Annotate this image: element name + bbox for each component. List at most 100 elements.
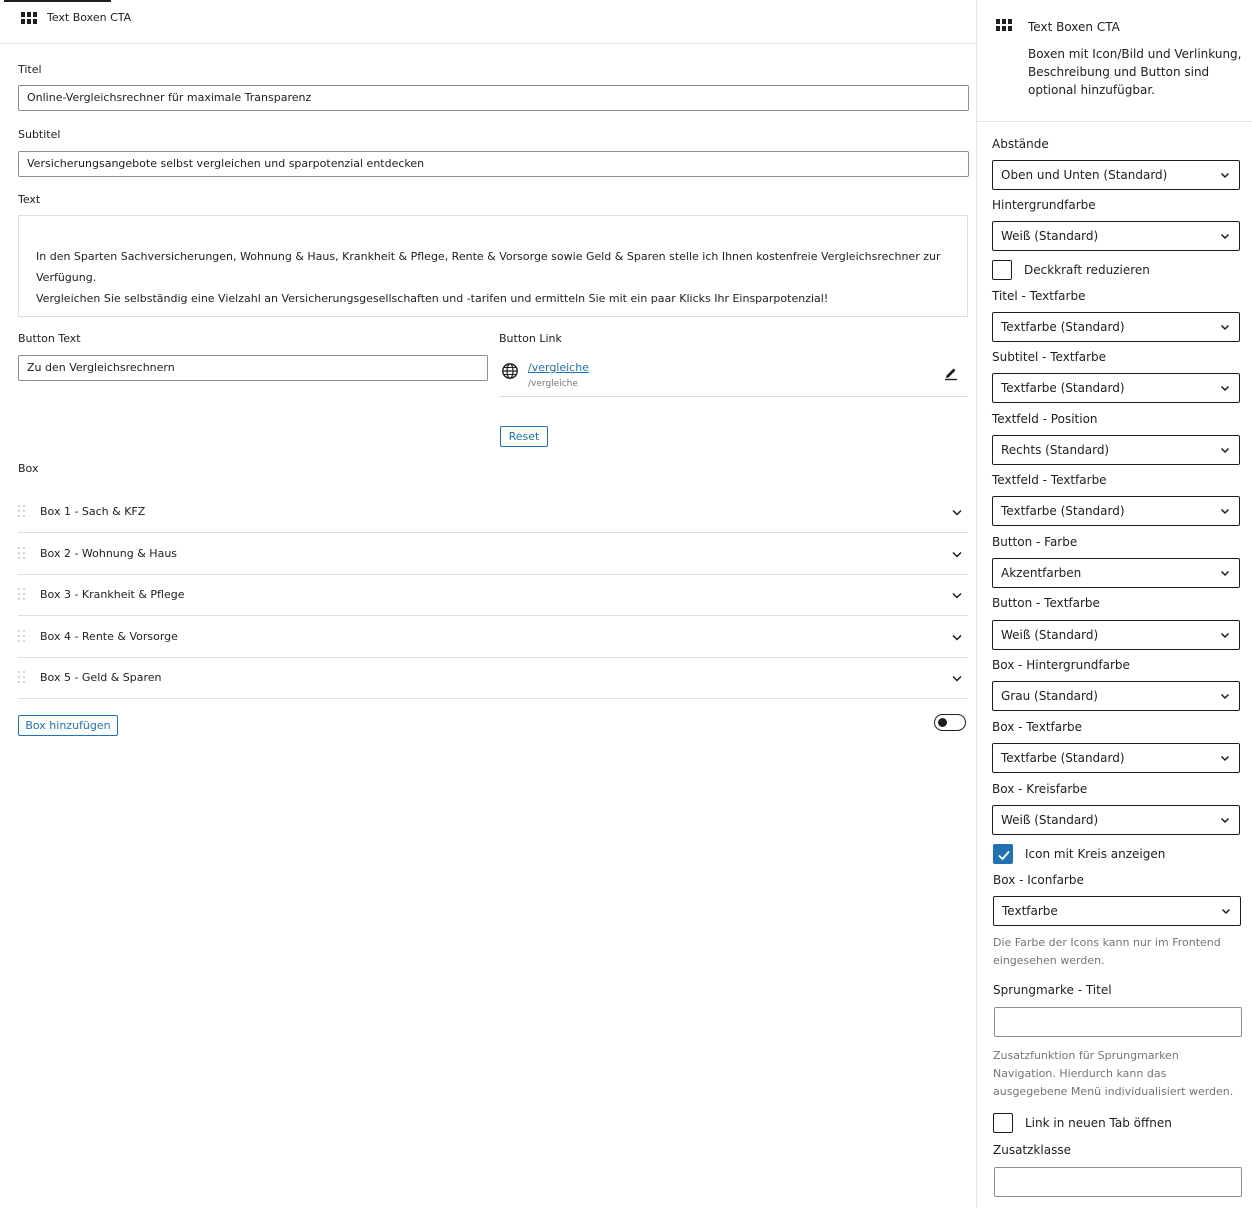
deckkraft-label: Deckkraft reduzieren — [1024, 263, 1150, 277]
text-editor[interactable]: In den Sparten Sachversicherungen, Wohnu… — [18, 215, 968, 317]
active-tab-indicator — [4, 0, 111, 2]
neuer-tab-checkbox[interactable] — [993, 1113, 1013, 1133]
zusatzklasse-label: Zusatzklasse — [993, 1143, 1071, 1157]
block-editor: Text Boxen CTA Titel Online-Vergleichsre… — [0, 0, 976, 1208]
block-header: Text Boxen CTA — [0, 0, 976, 44]
grid-block-icon — [996, 19, 1012, 32]
box-textfarbe-label: Box - Textfarbe — [992, 720, 1083, 734]
checkmark-icon — [998, 850, 1010, 861]
box-item[interactable]: Box 5 - Geld & Sparen — [18, 657, 968, 699]
box-hintergrundfarbe-label: Box - Hintergrundfarbe — [992, 658, 1130, 672]
reset-button[interactable]: Reset — [500, 426, 548, 447]
button-farbe-select[interactable]: Akzentfarben — [992, 558, 1240, 588]
titel-label: Titel — [18, 63, 42, 76]
text-line-2: Vergleichen Sie selbständig eine Vielzah… — [36, 292, 829, 305]
box-kreisfarbe-select[interactable]: Weiß (Standard) — [992, 805, 1240, 835]
chevron-down-icon — [1220, 632, 1230, 639]
abstaende-value: Oben und Unten (Standard) — [1001, 168, 1168, 182]
chevron-down-icon[interactable] — [950, 671, 964, 685]
neuer-tab-label: Link in neuen Tab öffnen — [1025, 1116, 1172, 1130]
button-text-input[interactable]: Zu den Vergleichsrechnern — [18, 355, 488, 381]
drag-handle-icon[interactable] — [18, 588, 26, 602]
chevron-down-icon[interactable] — [950, 505, 964, 519]
hintergrundfarbe-select[interactable]: Weiß (Standard) — [992, 221, 1240, 251]
iconfarbe-help: Die Farbe der Icons kann nur im Frontend… — [993, 936, 1221, 967]
chevron-down-icon — [1220, 817, 1230, 824]
pencil-icon[interactable] — [943, 365, 959, 381]
button-farbe-value: Akzentfarben — [1001, 566, 1082, 580]
add-box-button[interactable]: Box hinzufügen — [18, 715, 118, 736]
hintergrundfarbe-value: Weiß (Standard) — [1001, 229, 1099, 243]
chevron-down-icon[interactable] — [950, 588, 964, 602]
icon-kreis-label: Icon mit Kreis anzeigen — [1025, 847, 1166, 861]
box-item-label: Box 5 - Geld & Sparen — [40, 671, 162, 684]
box-textfarbe-select[interactable]: Textfarbe (Standard) — [992, 743, 1240, 773]
button-textfarbe-select[interactable]: Weiß (Standard) — [992, 620, 1240, 650]
toggle-switch[interactable] — [934, 714, 966, 731]
box-iconfarbe-value: Textfarbe — [1002, 904, 1058, 918]
textfeld-textfarbe-label: Textfeld - Textfarbe — [992, 473, 1107, 487]
block-card: Text Boxen CTA Boxen mit Icon/Bild und V… — [977, 0, 1252, 122]
abstaende-select[interactable]: Oben und Unten (Standard) — [992, 160, 1240, 190]
chevron-down-icon — [1220, 508, 1230, 515]
subtitel-input[interactable]: Versicherungsangebote selbst vergleichen… — [18, 151, 969, 177]
button-link-label: Button Link — [499, 332, 562, 345]
sprungmarke-help: Zusatzfunktion für Sprungmarken Navigati… — [993, 1049, 1234, 1098]
subtitel-textfarbe-label: Subtitel - Textfarbe — [992, 350, 1107, 364]
button-farbe-label: Button - Farbe — [992, 535, 1078, 549]
zusatzklasse-input[interactable] — [994, 1167, 1242, 1197]
drag-handle-icon[interactable] — [18, 505, 26, 519]
globe-icon — [502, 363, 518, 379]
icon-kreis-checkbox[interactable] — [993, 844, 1013, 864]
chevron-down-icon[interactable] — [950, 630, 964, 644]
box-kreisfarbe-value: Weiß (Standard) — [1001, 813, 1099, 827]
block-card-title: Text Boxen CTA — [1028, 20, 1120, 34]
chevron-down-icon — [1220, 172, 1230, 179]
titel-input[interactable]: Online-Vergleichsrechner für maximale Tr… — [18, 85, 969, 111]
box-item-label: Box 1 - Sach & KFZ — [40, 505, 146, 518]
sprungmarke-input[interactable] — [994, 1007, 1242, 1037]
titel-textfarbe-label: Titel - Textfarbe — [992, 289, 1086, 303]
textfeld-textfarbe-value: Textfarbe (Standard) — [1001, 504, 1125, 518]
chevron-down-icon[interactable] — [950, 547, 964, 561]
textfeld-position-value: Rechts (Standard) — [1001, 443, 1110, 457]
button-textfarbe-value: Weiß (Standard) — [1001, 628, 1099, 642]
drag-handle-icon[interactable] — [18, 547, 26, 561]
block-title: Text Boxen CTA — [47, 11, 132, 24]
deckkraft-checkbox[interactable] — [992, 260, 1012, 280]
box-hintergrundfarbe-value: Grau (Standard) — [1001, 689, 1098, 703]
subtitel-textfarbe-value: Textfarbe (Standard) — [1001, 381, 1125, 395]
chevron-down-icon — [1220, 324, 1230, 331]
settings-sidebar: Text Boxen CTA Boxen mit Icon/Bild und V… — [976, 0, 1252, 1208]
box-kreisfarbe-label: Box - Kreisfarbe — [992, 782, 1088, 796]
box-item-label: Box 4 - Rente & Vorsorge — [40, 630, 178, 643]
textfeld-position-select[interactable]: Rechts (Standard) — [992, 435, 1240, 465]
titel-textfarbe-select[interactable]: Textfarbe (Standard) — [992, 312, 1240, 342]
button-link-url[interactable]: /vergleiche — [528, 361, 589, 374]
hintergrundfarbe-label: Hintergrundfarbe — [992, 198, 1096, 212]
box-hintergrundfarbe-select[interactable]: Grau (Standard) — [992, 681, 1240, 711]
chevron-down-icon — [1220, 233, 1230, 240]
box-section-label: Box — [18, 462, 39, 475]
button-link-subtext: /vergleiche — [528, 379, 578, 389]
subtitel-label: Subtitel — [18, 128, 61, 141]
box-iconfarbe-label: Box - Iconfarbe — [993, 873, 1084, 887]
abstaende-label: Abstände — [992, 137, 1049, 151]
link-divider — [499, 396, 968, 397]
chevron-down-icon — [1220, 693, 1230, 700]
text-label: Text — [18, 193, 41, 206]
subtitel-textfarbe-select[interactable]: Textfarbe (Standard) — [992, 373, 1240, 403]
chevron-down-icon — [1220, 447, 1230, 454]
box-item[interactable]: Box 4 - Rente & Vorsorge — [18, 616, 968, 658]
box-item[interactable]: Box 2 - Wohnung & Haus — [18, 533, 968, 575]
box-iconfarbe-select[interactable]: Textfarbe — [993, 896, 1241, 926]
toggle-knob — [938, 718, 947, 727]
chevron-down-icon — [1220, 570, 1230, 577]
box-item[interactable]: Box 3 - Krankheit & Pflege — [18, 574, 968, 616]
sprungmarke-label: Sprungmarke - Titel — [993, 983, 1112, 997]
textfeld-textfarbe-select[interactable]: Textfarbe (Standard) — [992, 496, 1240, 526]
box-item[interactable]: Box 1 - Sach & KFZ — [18, 491, 968, 533]
drag-handle-icon[interactable] — [18, 630, 26, 644]
drag-handle-icon[interactable] — [18, 671, 26, 685]
chevron-down-icon — [1220, 755, 1230, 762]
